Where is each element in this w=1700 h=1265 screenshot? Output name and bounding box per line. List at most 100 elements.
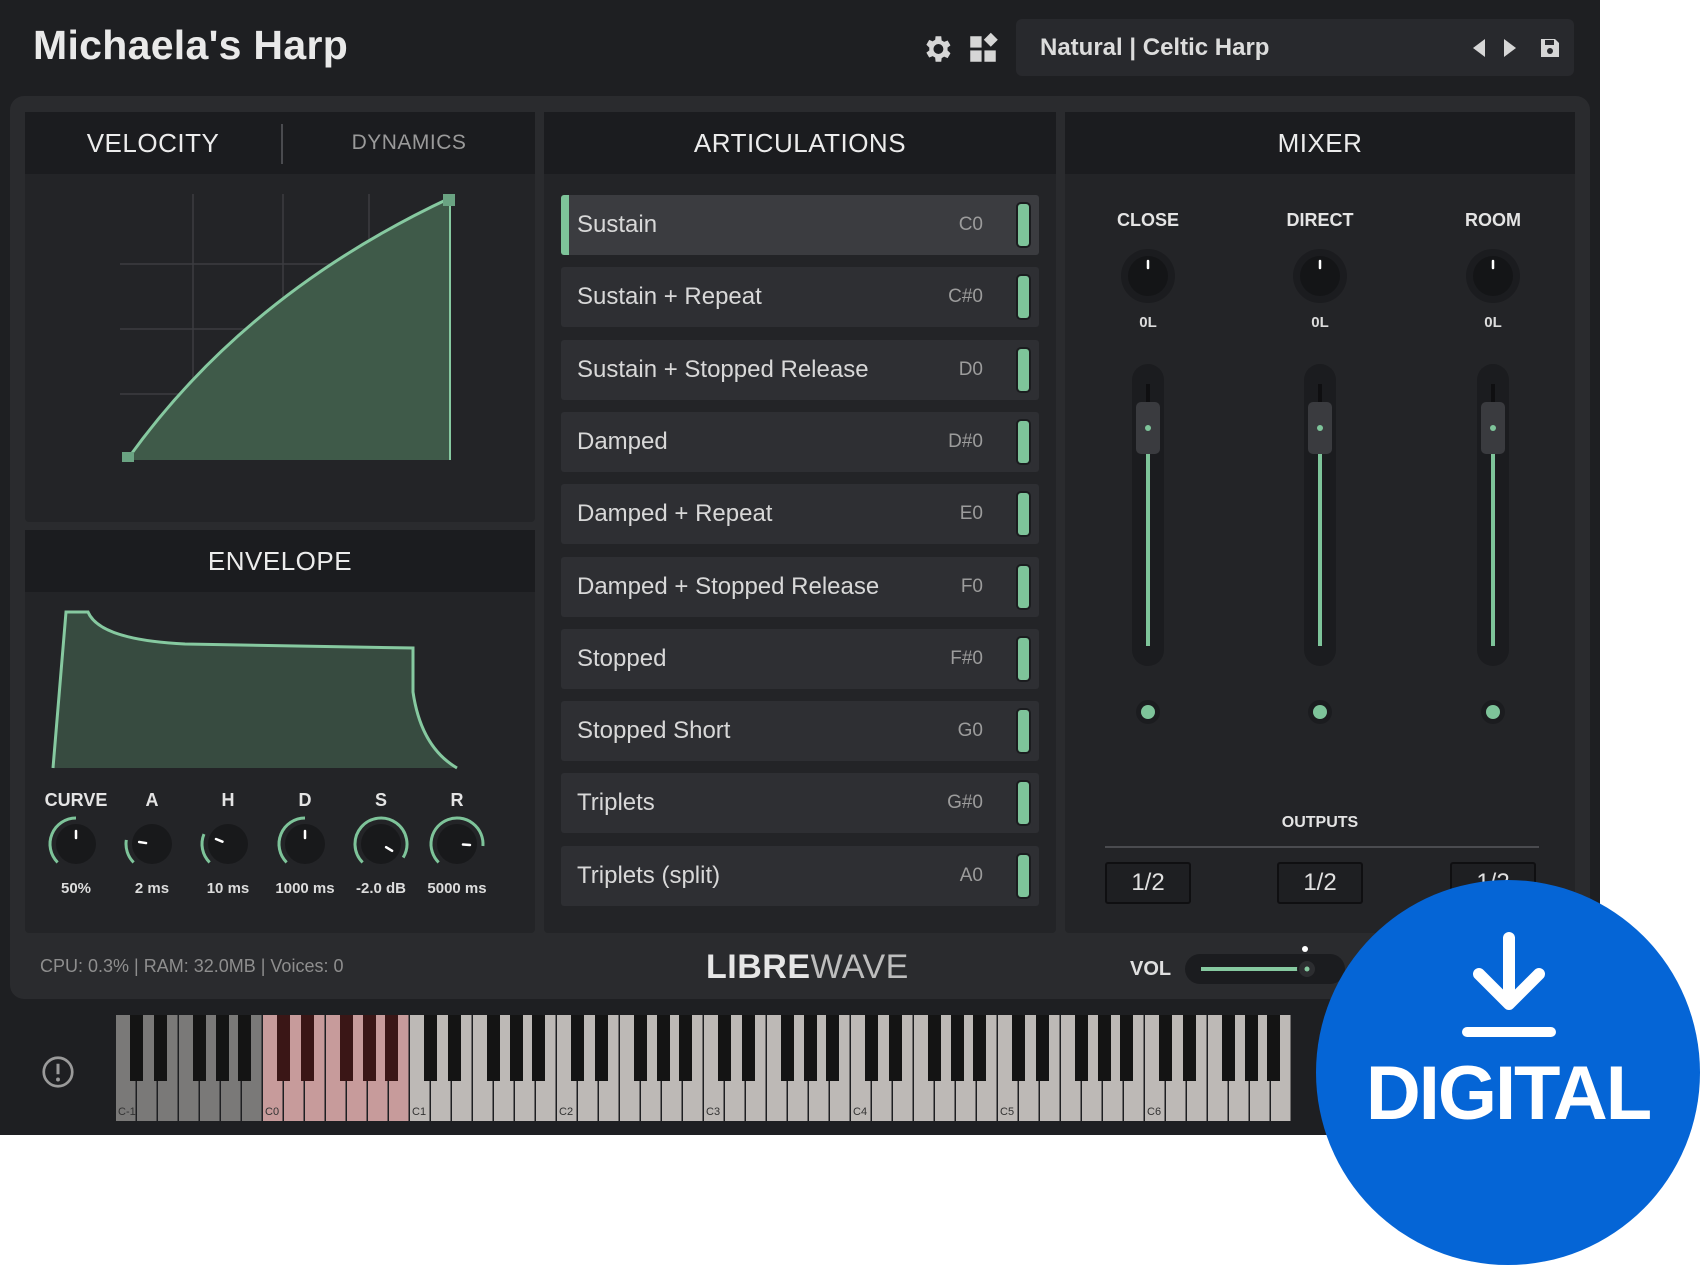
envelope-graph[interactable]: [25, 592, 535, 772]
badge-text: DIGITAL: [1365, 1051, 1652, 1136]
vol-label: VOL: [1130, 958, 1172, 980]
pan-knob[interactable]: [1461, 244, 1525, 308]
volume-fader[interactable]: [1128, 362, 1168, 672]
articulation-level-meter: [1018, 204, 1029, 246]
articulation-item[interactable]: Sustain C0: [561, 195, 1039, 255]
articulation-level-meter: [1018, 276, 1029, 319]
black-key: [216, 1015, 229, 1081]
volume-slider[interactable]: [1185, 946, 1345, 986]
pan-value: 0L: [1311, 314, 1329, 331]
black-key: [1222, 1015, 1235, 1081]
black-key: [193, 1015, 206, 1081]
preset-name: Natural | Celtic Harp: [1040, 34, 1270, 61]
black-key: [424, 1015, 437, 1081]
black-key: [804, 1015, 817, 1081]
velocity-curve[interactable]: [25, 174, 535, 522]
piano-keyboard[interactable]: C-1 C0 C1 C2 C3 C4 C5 C6: [116, 1015, 1316, 1121]
save-icon[interactable]: [1538, 36, 1562, 60]
articulation-label: Sustain + Stopped Release: [577, 355, 869, 383]
black-key: [1075, 1015, 1088, 1081]
articulation-item[interactable]: Stopped Short G0: [561, 701, 1039, 762]
articulation-keyswitch: D0: [958, 358, 983, 380]
articulation-item[interactable]: Stopped F#0: [561, 628, 1039, 689]
octave-label: C2: [559, 1106, 573, 1118]
velocity-header: VELOCITY DYNAMICS: [25, 112, 535, 174]
pan-knob[interactable]: [1116, 244, 1180, 308]
black-key: [510, 1015, 523, 1081]
articulation-level-meter: [1018, 348, 1029, 391]
articulation-label: Damped: [577, 427, 668, 455]
articulation-keyswitch: C#0: [948, 286, 983, 308]
articulation-item[interactable]: Damped D#0: [561, 411, 1039, 472]
black-key: [595, 1015, 608, 1081]
articulation-label: Sustain + Repeat: [577, 283, 762, 311]
channel-solo-led[interactable]: [1478, 697, 1508, 727]
volume-fader[interactable]: [1473, 362, 1513, 672]
black-key: [973, 1015, 986, 1081]
black-key: [238, 1015, 251, 1081]
download-icon: [1462, 932, 1556, 1037]
prev-icon[interactable]: [1468, 36, 1492, 60]
output-select[interactable]: 1/2: [1105, 862, 1191, 904]
envelope-knob-label: D: [298, 790, 312, 810]
instrument-title: Michaela's Harp: [33, 22, 349, 68]
black-key: [277, 1015, 290, 1081]
info-icon[interactable]: [40, 1054, 76, 1090]
channel-solo-led[interactable]: [1133, 697, 1163, 727]
librewave-logo: LIBREWAVE: [706, 948, 909, 987]
tab-dynamics[interactable]: DYNAMICS: [283, 112, 535, 174]
envelope-knob[interactable]: [120, 812, 184, 876]
black-key: [448, 1015, 461, 1081]
velocity-handle-min[interactable]: [122, 452, 134, 462]
envelope-knob-label: H: [221, 790, 235, 810]
envelope-knob-value: 5000 ms: [427, 880, 487, 897]
articulation-keyswitch: F#0: [950, 647, 983, 669]
envelope-knob[interactable]: [44, 812, 108, 876]
black-key: [1098, 1015, 1111, 1081]
gear-icon[interactable]: [920, 32, 954, 66]
octave-label: C6: [1147, 1106, 1161, 1118]
channel-solo-led[interactable]: [1305, 697, 1335, 727]
volume-fader[interactable]: [1300, 362, 1340, 672]
black-key: [1245, 1015, 1258, 1081]
articulation-label: Stopped Short: [577, 717, 731, 745]
octave-label: C-1: [118, 1106, 136, 1118]
mixer-channel-label: ROOM: [1465, 210, 1521, 230]
black-key: [130, 1015, 143, 1081]
mixer-channel-label: DIRECT: [1286, 210, 1354, 230]
velocity-handle-max[interactable]: [443, 194, 455, 206]
mixer-panel: MIXER CLOSE0L1/2DIRECT0L1/2ROOM0L1/2 OUT…: [1065, 112, 1575, 933]
envelope-title: ENVELOPE: [25, 530, 535, 592]
articulation-keyswitch: G#0: [947, 792, 983, 814]
envelope-knob[interactable]: [349, 812, 413, 876]
black-key: [865, 1015, 878, 1081]
articulation-level-meter: [1018, 637, 1029, 680]
black-key: [781, 1015, 794, 1081]
octave-label: C1: [412, 1106, 426, 1118]
black-key: [889, 1015, 902, 1081]
articulation-keyswitch: F0: [960, 575, 983, 597]
tab-velocity[interactable]: VELOCITY: [25, 112, 281, 174]
articulation-level-meter: [1018, 710, 1029, 753]
black-key: [1036, 1015, 1049, 1081]
preset-selector[interactable]: Natural | Celtic Harp: [1016, 19, 1574, 76]
articulation-item[interactable]: Triplets G#0: [561, 773, 1039, 834]
pan-value: 0L: [1484, 314, 1502, 331]
black-key: [532, 1015, 545, 1081]
envelope-knob[interactable]: [196, 812, 260, 876]
articulation-item[interactable]: Triplets (split) A0: [561, 845, 1039, 906]
pan-knob[interactable]: [1288, 244, 1352, 308]
output-select[interactable]: 1/2: [1277, 862, 1363, 904]
envelope-knob[interactable]: [425, 812, 489, 876]
envelope-knob[interactable]: [273, 812, 337, 876]
next-icon[interactable]: [1497, 36, 1521, 60]
grid-icon[interactable]: [966, 32, 1000, 66]
articulation-keyswitch: D#0: [948, 430, 983, 452]
articulation-item[interactable]: Sustain + Stopped Release D0: [561, 339, 1039, 400]
logo-light: WAVE: [810, 948, 909, 986]
articulation-item[interactable]: Damped + Repeat E0: [561, 484, 1039, 545]
black-key: [679, 1015, 692, 1081]
articulation-item[interactable]: Sustain + Repeat C#0: [561, 267, 1039, 328]
articulation-item[interactable]: Damped + Stopped Release F0: [561, 556, 1039, 617]
articulation-keyswitch: G0: [957, 720, 983, 742]
